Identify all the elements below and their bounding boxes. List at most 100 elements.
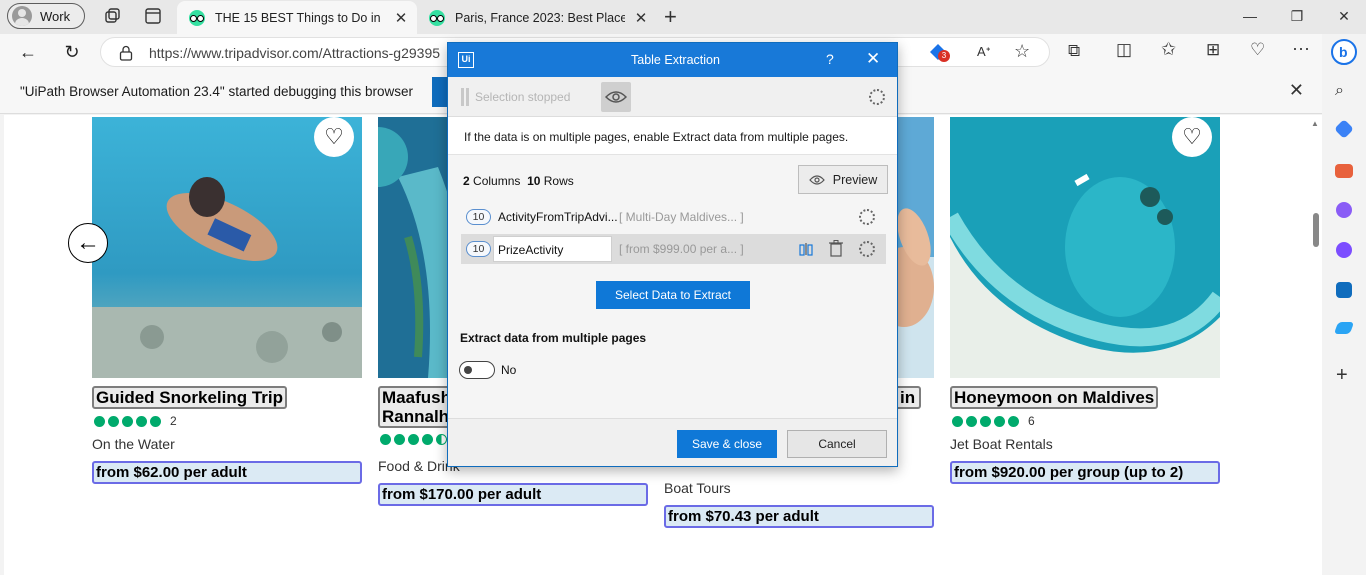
tools-briefcase-icon[interactable] <box>1335 164 1353 178</box>
columns-count: 2 <box>463 174 470 188</box>
extracted-column-row-selected[interactable]: 10 PrizeActivity [ from $999.00 per a...… <box>461 234 886 264</box>
column-count-pill: 10 <box>466 241 491 257</box>
selection-status: Selection stopped <box>475 90 571 104</box>
tab-title: THE 15 BEST Things to Do in Mal <box>215 10 385 25</box>
preview-label: Preview <box>832 172 878 187</box>
column-settings-gear-icon[interactable] <box>859 241 875 257</box>
arrow-left-icon: ← <box>76 229 100 256</box>
profile-label: Work <box>40 8 71 24</box>
edge-sidebar: b ⌕ + <box>1322 34 1366 575</box>
multipage-heading: Extract data from multiple pages <box>460 331 647 345</box>
favorite-star-icon[interactable]: ☆ <box>1014 41 1030 62</box>
attraction-card[interactable]: ♡ Honeymoon on Maldives 6 Jet Boat Renta… <box>950 117 1220 484</box>
save-heart-icon[interactable]: ♡ <box>314 117 354 157</box>
help-button[interactable]: ? <box>826 51 834 67</box>
minimize-icon[interactable]: — <box>1240 8 1260 24</box>
collections-icon[interactable]: ⊞ <box>1206 40 1220 60</box>
column-name-value: PrizeActivity <box>498 243 564 257</box>
extension-badge-icon[interactable]: 3 <box>929 43 950 62</box>
shopping-tag-icon[interactable] <box>1334 119 1354 139</box>
performance-icon[interactable]: ♡ <box>1250 40 1265 60</box>
save-close-button[interactable]: Save & close <box>677 430 777 458</box>
dialog-toolbar: Selection stopped <box>448 77 897 117</box>
back-icon[interactable]: ← <box>16 40 40 64</box>
split-screen-icon[interactable]: ◫ <box>1116 40 1132 60</box>
column-sample: [ from $999.00 per a... ] <box>619 242 744 256</box>
dialog-close-button[interactable]: ✕ <box>866 49 880 69</box>
tripadvisor-favicon-icon <box>429 9 445 26</box>
workspaces-icon[interactable] <box>103 7 121 25</box>
column-count-pill: 10 <box>466 209 491 225</box>
eye-icon <box>605 91 627 103</box>
close-tab-icon[interactable]: ✕ <box>633 9 649 27</box>
attraction-price: from $170.00 per adult <box>378 483 648 506</box>
attraction-title-tail[interactable]: in <box>894 386 922 409</box>
eye-icon <box>808 174 825 185</box>
infobar-close-icon[interactable]: ✕ <box>1289 80 1304 101</box>
tab-paris[interactable]: Paris, France 2023: Best Places to ✕ <box>417 1 657 34</box>
send-icon[interactable] <box>1333 322 1355 334</box>
tripadvisor-favicon-icon <box>189 9 205 26</box>
microsoft365-icon[interactable] <box>1336 242 1352 258</box>
multipage-hint: If the data is on multiple pages, enable… <box>448 117 897 155</box>
column-settings-gear-icon[interactable] <box>859 209 875 225</box>
columns-label: Columns <box>473 174 521 188</box>
tab-tripadvisor[interactable]: THE 15 BEST Things to Do in Mal ✕ <box>177 1 417 34</box>
tab-title: Paris, France 2023: Best Places to <box>455 10 625 25</box>
save-heart-icon[interactable]: ♡ <box>1172 117 1212 157</box>
more-menu-icon[interactable]: ··· <box>1292 38 1310 59</box>
page-scrollbar[interactable]: ▲ <box>1310 115 1322 575</box>
attraction-price: from $920.00 per group (up to 2) <box>950 461 1220 484</box>
new-tab-button[interactable]: + <box>664 4 677 30</box>
column-name-input[interactable]: PrizeActivity <box>493 236 612 262</box>
pause-bar-icon <box>461 88 464 106</box>
review-count[interactable]: 2 <box>170 414 177 428</box>
avatar-icon <box>12 6 32 26</box>
read-aloud-icon[interactable]: Aᐩ <box>977 44 991 60</box>
attraction-title[interactable]: Honeymoon on Maldives <box>950 386 1159 409</box>
settings-gear-icon[interactable] <box>869 89 885 105</box>
attraction-title[interactable]: Maafush <box>378 386 455 407</box>
rating-bubbles <box>380 434 447 445</box>
search-icon[interactable]: ⌕ <box>1335 82 1344 100</box>
table-extraction-dialog: Ui Table Extraction ? ✕ Selection stoppe… <box>447 42 898 467</box>
dialog-footer: Save & close Cancel <box>448 418 897 466</box>
delete-trash-icon[interactable] <box>829 240 843 257</box>
favorites-icon[interactable]: ✩ <box>1161 39 1176 60</box>
refresh-icon[interactable]: ↻ <box>60 40 84 64</box>
attraction-title[interactable]: Guided Snorkeling Trip <box>92 386 288 409</box>
games-icon[interactable] <box>1336 202 1352 218</box>
maldives-lagoon-photo[interactable]: ♡ <box>950 117 1220 378</box>
review-count[interactable]: 6 <box>1028 414 1035 428</box>
attraction-card[interactable]: ♡ Guided Snorkeling Trip 2 On the Water … <box>92 117 362 484</box>
toggle-state-label: No <box>501 363 517 377</box>
scrollbar-thumb[interactable] <box>1313 213 1319 247</box>
add-sidebar-app-icon[interactable]: + <box>1336 364 1348 387</box>
close-tab-icon[interactable]: ✕ <box>393 9 409 27</box>
restore-icon[interactable]: ❐ <box>1287 8 1307 25</box>
window-close-icon[interactable]: ✕ <box>1334 8 1354 25</box>
attraction-category: Boat Tours <box>664 480 731 496</box>
extracted-column-row[interactable]: 10 ActivityFromTripAdvi... [ Multi-Day M… <box>461 202 886 232</box>
extensions-icon[interactable]: ⧉ <box>1068 41 1080 61</box>
url-text: https://www.tripadvisor.com/Attractions-… <box>149 45 441 61</box>
vertical-tabs-icon[interactable] <box>144 7 162 25</box>
tab-strip: Work THE 15 BEST Things to Do in Mal ✕ P… <box>0 0 1366 34</box>
carousel-previous-button[interactable]: ← <box>68 223 108 263</box>
select-data-button[interactable]: Select Data to Extract <box>596 281 750 309</box>
rating-bubbles: 2 <box>94 414 177 428</box>
column-name[interactable]: ActivityFromTripAdvi... <box>498 210 618 224</box>
profile-button[interactable]: Work <box>7 3 85 29</box>
multipage-toggle[interactable] <box>459 361 495 379</box>
edit-column-icon[interactable] <box>798 241 814 257</box>
cancel-button[interactable]: Cancel <box>787 430 887 458</box>
highlight-toggle-button[interactable] <box>601 82 631 112</box>
infobar-message: "UiPath Browser Automation 23.4" started… <box>20 84 414 99</box>
outlook-icon[interactable] <box>1336 282 1352 298</box>
attraction-title-line2[interactable]: Rannalhi <box>378 407 458 428</box>
notification-badge: 3 <box>938 50 950 62</box>
lock-icon[interactable] <box>119 45 133 61</box>
snorkeling-photo[interactable]: ♡ <box>92 117 362 378</box>
preview-button[interactable]: Preview <box>798 165 888 194</box>
copilot-icon[interactable]: b <box>1330 38 1358 66</box>
